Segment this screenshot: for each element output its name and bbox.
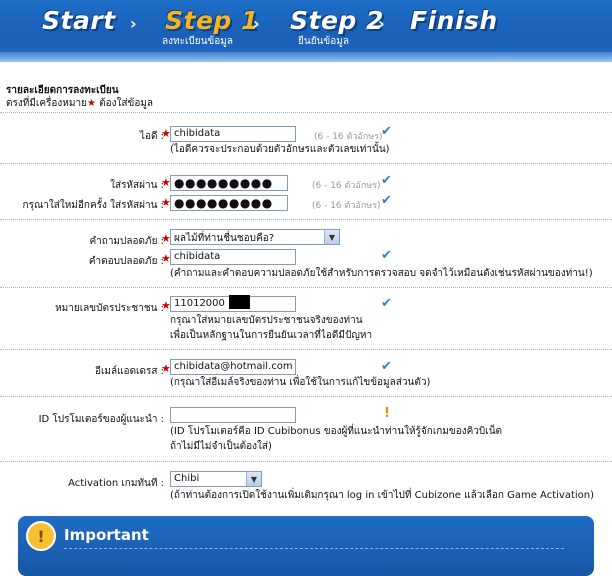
password-valid-check-icon: ✔ [381, 173, 392, 188]
step-arrow-icon: › [130, 14, 137, 33]
promoter-id-description-line-1: (ID โปรโมเตอร์คือ ID Cubibonus ของผู้ที่… [170, 426, 503, 437]
step-finish: Finish [410, 6, 498, 35]
email-valid-check-icon: ✔ [381, 359, 392, 374]
password-confirm-valid-check-icon: ✔ [381, 193, 392, 208]
citizen-id-valid-check-icon: ✔ [381, 296, 392, 311]
security-answer-valid-check-icon: ✔ [381, 248, 392, 263]
security-answer-input[interactable]: chibidata [170, 249, 296, 265]
promoter-id-label: ID โปรโมเตอร์ของผู้แนะนำ : [38, 414, 164, 425]
activation-select[interactable]: Chibi ▼ [170, 471, 262, 487]
security-question-value: ผลไม้ที่ท่านชื่นชอบคือ? [174, 233, 275, 244]
divider [0, 219, 612, 220]
required-star-icon: ★ [86, 98, 96, 109]
divider [0, 461, 612, 462]
step-arrow-icon: › [378, 14, 385, 33]
divider [0, 287, 612, 288]
activation-value: Chibi [174, 473, 200, 484]
id-length-hint: (6 - 16 ตัวอักษร) [314, 132, 383, 142]
promoter-id-input[interactable] [170, 407, 296, 423]
warning-icon: ! [384, 406, 390, 421]
redacted-block [229, 295, 250, 309]
id-valid-check-icon: ✔ [381, 124, 392, 139]
email-description: (กรุณาใส่อีเมล์จริงของท่าน เพื่อใช้ในการ… [170, 377, 431, 388]
step-start: Start [42, 6, 116, 35]
security-answer-label: คำตอบปลอดภัย : [88, 256, 164, 267]
required-note-suffix: ต้องใส่ข้อมูล [95, 98, 154, 109]
password-label: ใส่รหัสผ่าน : [110, 180, 164, 191]
step-1-caption: ลงทะเบียนข้อมูล [162, 36, 233, 47]
step-2-caption: ยืนยันข้อมูล [298, 36, 349, 47]
security-question-select[interactable]: ผลไม้ที่ท่านชื่นชอบคือ? ▼ [170, 229, 340, 245]
password-length-hint: (6 - 16 ตัวอักษร) [312, 181, 381, 191]
important-divider [64, 548, 564, 549]
email-label: อีเมล์แอดเดรส : [94, 366, 164, 377]
important-title: Important [64, 526, 149, 544]
security-answer-description: (คำถามและคำตอบความปลอดภัยใช้สำหรับการตรว… [170, 268, 593, 279]
citizen-id-description-line-2: เพื่อเป็นหลักฐานในการยืนยันเวลาที่ไอดีมี… [170, 330, 373, 341]
required-note-text: ตรงที่มีเครื่องหมาย [6, 98, 87, 109]
activation-label: Activation เกมทันที : [68, 478, 164, 489]
citizen-id-description-line-1: กรุณาใส่หมายเลขบัตรประชาชนจริงของท่าน [170, 315, 363, 326]
email-input[interactable]: chibidata@hotmail.com [170, 359, 296, 375]
id-description: (ไอดีควรจะประกอบด้วยตัวอักษรและตัวเลขเท่… [170, 144, 390, 155]
step-1: Step 1 [165, 6, 259, 35]
important-icon: ! [26, 521, 56, 551]
password-input[interactable]: ●●●●●●●●● [170, 175, 288, 191]
password-confirm-input[interactable]: ●●●●●●●●● [170, 195, 288, 211]
important-panel: ! Important [18, 516, 594, 576]
divider [0, 163, 612, 164]
security-question-label: คำถามปลอดภัย : [89, 236, 164, 247]
divider [0, 349, 612, 350]
id-input[interactable]: chibidata [170, 126, 296, 142]
promoter-id-description-line-2: ถ้าไม่มีไม่จำเป็นต้องใส่) [170, 441, 272, 452]
activation-description: (ถ้าท่านต้องการเปิดใช้งานเพิ่มเติมกรุณา … [170, 490, 595, 501]
chevron-down-icon[interactable]: ▼ [324, 230, 339, 244]
step-2: Step 2 [290, 6, 384, 35]
divider [0, 112, 612, 113]
divider [0, 396, 612, 397]
chevron-down-icon[interactable]: ▼ [246, 472, 261, 486]
step-arrow-icon: › [253, 14, 260, 33]
citizen-id-label: หมายเลขบัตรประชาชน : [55, 303, 164, 314]
password-confirm-length-hint: (6 - 16 ตัวอักษร) [312, 201, 381, 211]
registration-steps-header: Start › Step 1 ลงทะเบียนข้อมูล › Step 2 … [0, 0, 612, 62]
required-note: ตรงที่มีเครื่องหมาย★ ต้องใส่ข้อมูล [6, 96, 153, 111]
password-confirm-label: กรุณาใส่ใหม่อีกครั้ง ใส่รหัสผ่าน : [22, 200, 164, 211]
